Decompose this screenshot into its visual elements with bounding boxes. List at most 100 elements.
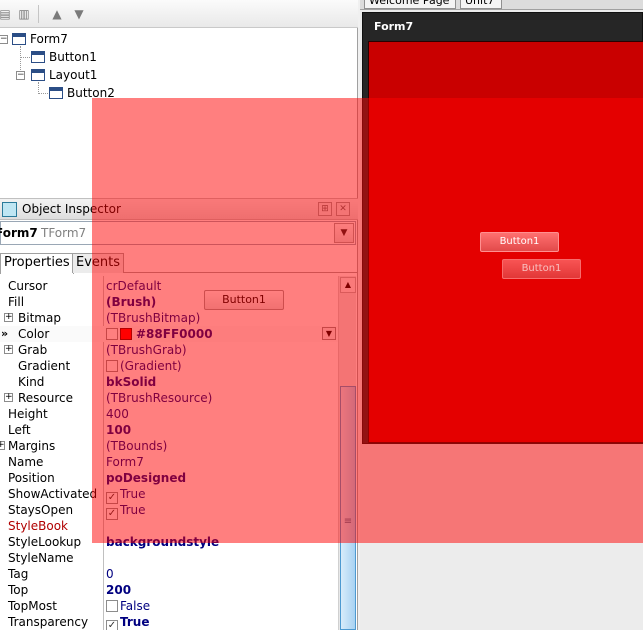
property-value[interactable]: Form7 bbox=[106, 454, 144, 470]
form-button1[interactable]: Button1 bbox=[480, 232, 559, 252]
property-value[interactable]: 0 bbox=[106, 566, 114, 582]
property-row-bitmap[interactable]: + Bitmap (TBrushBitmap) bbox=[0, 310, 338, 326]
form-designer-pane: Welcome Page Unit7 Form7 bbox=[360, 0, 643, 630]
component-selector[interactable]: Form7 TForm7 ▼ bbox=[0, 221, 356, 245]
property-row-staysopen[interactable]: StaysOpen ✓ True bbox=[0, 502, 338, 520]
tree-node-form7[interactable]: Form7 bbox=[12, 30, 68, 48]
property-value[interactable]: 400 bbox=[106, 406, 129, 422]
property-name: TopMost bbox=[8, 599, 57, 613]
property-row-position[interactable]: Position poDesigned bbox=[0, 470, 338, 486]
property-row-height[interactable]: Height 400 bbox=[0, 406, 338, 422]
checkbox-label: True bbox=[120, 487, 146, 501]
property-value[interactable]: backgroundstyle bbox=[106, 534, 219, 550]
property-row-grab[interactable]: + Grab (TBrushGrab) bbox=[0, 342, 338, 358]
property-row-left[interactable]: Left 100 bbox=[0, 422, 338, 438]
inline-button1[interactable]: Button1 bbox=[204, 290, 284, 310]
checkbox[interactable]: ✓ bbox=[106, 620, 118, 630]
tree-node-button2[interactable]: Button2 bbox=[49, 84, 115, 102]
folder-icon[interactable]: ▤ bbox=[0, 6, 13, 22]
gradient-value: (Gradient) bbox=[120, 359, 182, 373]
property-value[interactable]: (Brush) bbox=[106, 294, 156, 310]
property-name: Margins bbox=[8, 439, 56, 453]
property-name: Height bbox=[8, 407, 48, 421]
move-up-icon[interactable]: ▲ bbox=[49, 6, 65, 22]
property-row-tag[interactable]: Tag 0 bbox=[0, 566, 338, 582]
object-inspector-header: Object Inspector ⊞ ✕ bbox=[0, 198, 358, 220]
property-name: Top bbox=[8, 583, 29, 597]
toolbar-separator bbox=[38, 5, 39, 23]
close-icon[interactable]: ✕ bbox=[336, 202, 350, 216]
property-grid-scrollbar[interactable]: ▲ ≡ bbox=[338, 276, 356, 630]
object-inspector-icon bbox=[2, 202, 17, 217]
property-row-margins[interactable]: + Margins (TBounds) bbox=[0, 438, 338, 454]
tree-collapse-toggle[interactable]: − bbox=[16, 71, 25, 80]
tree-collapse-toggle[interactable]: − bbox=[0, 35, 8, 44]
chevron-down-icon[interactable]: ▼ bbox=[322, 327, 336, 340]
form-window[interactable]: Form7 bbox=[362, 12, 643, 444]
property-value[interactable]: ✓ True bbox=[106, 614, 149, 630]
form-button1-ghost[interactable]: Button1 bbox=[502, 259, 581, 279]
tree-node-label: Button1 bbox=[49, 50, 97, 64]
tab-properties[interactable]: Properties bbox=[0, 253, 74, 274]
lock-icon bbox=[106, 328, 118, 340]
property-name: Cursor bbox=[8, 279, 48, 293]
property-row-gradient[interactable]: Gradient (Gradient) bbox=[0, 358, 338, 374]
property-value[interactable]: (Gradient) bbox=[106, 358, 182, 374]
tree-node-layout1[interactable]: Layout1 bbox=[31, 66, 97, 84]
property-name: Transparency bbox=[8, 615, 89, 629]
property-value[interactable]: crDefault bbox=[106, 278, 161, 294]
selected-component-type: TForm7 bbox=[41, 226, 87, 240]
tree-line bbox=[38, 93, 48, 94]
property-name: Color bbox=[18, 327, 50, 341]
expand-toggle[interactable]: + bbox=[0, 441, 5, 450]
tree-node-button1[interactable]: Button1 bbox=[31, 48, 97, 66]
property-value[interactable]: poDesigned bbox=[106, 470, 186, 486]
property-row-resource[interactable]: + Resource (TBrushResource) bbox=[0, 390, 338, 406]
property-row-stylebook[interactable]: StyleBook bbox=[0, 518, 338, 534]
property-row-topmost[interactable]: TopMost False bbox=[0, 598, 338, 614]
property-name: Fill bbox=[8, 295, 25, 309]
property-row-fill[interactable]: Fill (Brush) bbox=[0, 294, 338, 310]
expand-toggle[interactable]: + bbox=[4, 345, 13, 354]
layout-icon bbox=[31, 69, 45, 81]
property-row-color[interactable]: » Color #88FF0000 ▼ bbox=[0, 326, 338, 342]
checkbox-label: True bbox=[120, 503, 146, 517]
property-value[interactable]: 200 bbox=[106, 582, 131, 598]
property-name: StyleBook bbox=[8, 519, 69, 533]
property-row-top[interactable]: Top 200 bbox=[0, 582, 338, 598]
folder-delete-icon[interactable]: ▥ bbox=[16, 6, 32, 22]
property-value[interactable]: bkSolid bbox=[106, 374, 156, 390]
property-name: Tag bbox=[8, 567, 29, 581]
checkbox[interactable] bbox=[106, 600, 118, 612]
property-row-kind[interactable]: Kind bkSolid bbox=[0, 374, 338, 390]
scroll-thumb[interactable]: ≡ bbox=[340, 386, 356, 630]
property-value[interactable]: 100 bbox=[106, 422, 131, 438]
property-value[interactable]: (TBounds) bbox=[106, 438, 167, 454]
expand-toggle[interactable]: + bbox=[4, 313, 13, 322]
selected-component-name: Form7 bbox=[0, 226, 38, 240]
property-row-transparency[interactable]: Transparency ✓ True bbox=[0, 614, 338, 630]
grip-icon: ≡ bbox=[343, 516, 353, 527]
property-value[interactable]: (TBrushGrab) bbox=[106, 342, 187, 358]
property-row-stylename[interactable]: StyleName bbox=[0, 550, 338, 566]
property-name: Name bbox=[8, 455, 44, 469]
property-row-stylelookup[interactable]: StyleLookup backgroundstyle bbox=[0, 534, 338, 550]
chevron-down-icon[interactable]: ▼ bbox=[334, 223, 354, 243]
property-row-cursor[interactable]: Cursor crDefault bbox=[0, 278, 338, 294]
property-row-name[interactable]: Name Form7 bbox=[0, 454, 338, 470]
tab-unit7[interactable]: Unit7 bbox=[460, 0, 502, 9]
scroll-up-icon[interactable]: ▲ bbox=[340, 277, 356, 293]
structure-toolbar: ▤ ▥ ▲ ▼ bbox=[0, 0, 358, 28]
editor-tabs: Welcome Page Unit7 bbox=[360, 0, 643, 10]
tree-node-label: Button2 bbox=[67, 86, 115, 100]
property-value[interactable]: False bbox=[106, 598, 150, 614]
pin-icon[interactable]: ⊞ bbox=[318, 202, 332, 216]
property-value[interactable]: #88FF0000 bbox=[106, 326, 213, 342]
property-value[interactable]: (TBrushBitmap) bbox=[106, 310, 200, 326]
expand-toggle[interactable]: + bbox=[4, 393, 13, 402]
move-down-icon[interactable]: ▼ bbox=[71, 6, 87, 22]
tab-welcome-page[interactable]: Welcome Page bbox=[364, 0, 456, 9]
tab-events[interactable]: Events bbox=[72, 253, 125, 273]
property-row-showactivated[interactable]: ShowActivated ✓ True bbox=[0, 486, 338, 504]
property-value[interactable]: (TBrushResource) bbox=[106, 390, 212, 406]
